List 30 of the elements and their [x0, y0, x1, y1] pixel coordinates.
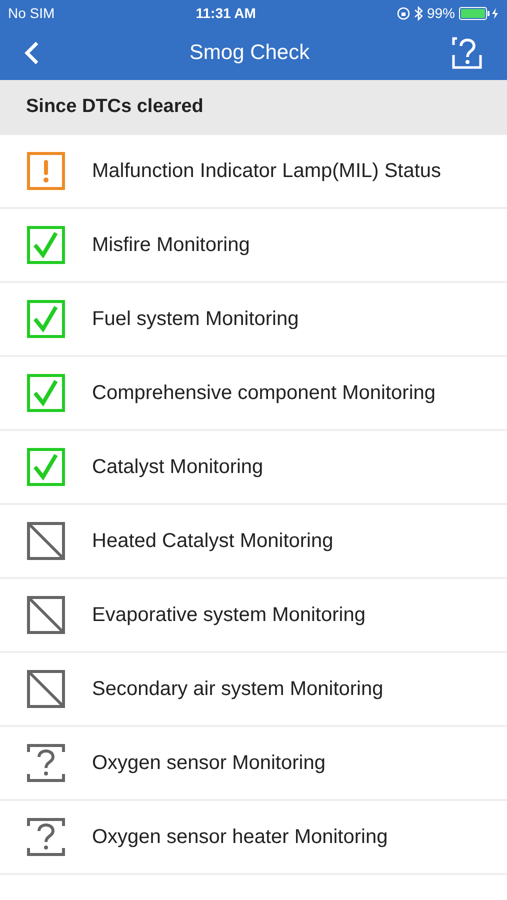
rotation-lock-icon: [396, 6, 410, 20]
monitor-label: Evaporative system Monitoring: [92, 603, 366, 628]
monitor-label: Oxygen sensor Monitoring: [92, 751, 326, 776]
checkmark-icon: [27, 226, 65, 264]
question-icon: [27, 744, 65, 782]
monitor-label: Heated Catalyst Monitoring: [92, 529, 334, 554]
bluetooth-icon: [414, 6, 423, 20]
clock-text: 11:31 AM: [196, 4, 256, 22]
monitor-label: Oxygen sensor heater Monitoring: [92, 825, 388, 850]
checkmark-icon: [27, 448, 65, 486]
back-icon: [24, 41, 40, 65]
checkmark-icon: [27, 374, 65, 412]
crossed-box-icon: [27, 670, 65, 708]
monitor-label: Catalyst Monitoring: [92, 455, 264, 480]
checkmark-icon: [27, 300, 65, 338]
monitor-label: Secondary air system Monitoring: [92, 677, 384, 702]
monitor-label: Malfunction Indicator Lamp(MIL) Status: [92, 159, 442, 184]
warning-icon: [27, 152, 65, 190]
help-icon: [452, 37, 482, 69]
crossed-box-icon: [27, 522, 65, 560]
screen-title: Smog Check: [189, 40, 310, 66]
monitor-label: Comprehensive component Monitoring: [92, 381, 436, 406]
crossed-box-icon: [27, 596, 65, 634]
question-icon: [27, 818, 65, 856]
section-title: Since DTCs cleared: [26, 95, 204, 120]
battery-text: 99%: [426, 4, 455, 22]
monitor-label: Fuel system Monitoring: [92, 307, 299, 332]
battery-charging-icon: [459, 6, 499, 20]
monitor-label: Misfire Monitoring: [92, 233, 250, 258]
carrier-text: No SIM: [8, 4, 55, 22]
